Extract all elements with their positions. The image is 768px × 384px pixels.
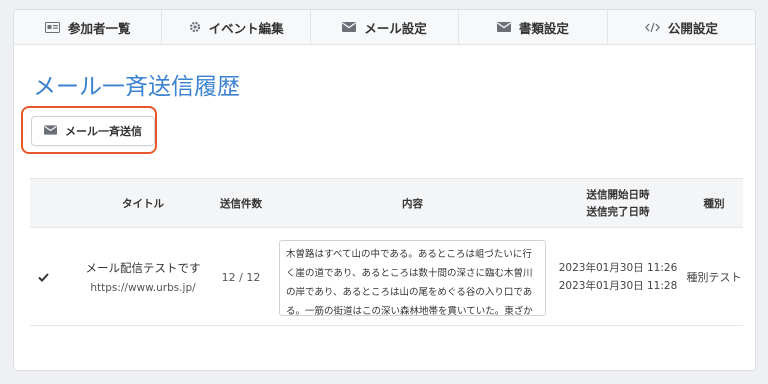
history-table: タイトル 送信件数 内容 送信開始日時 送信完了日時 種別 メール配信テストです… [30, 178, 743, 326]
gear-icon [189, 21, 201, 33]
row-count: 12 / 12 [221, 270, 261, 284]
code-icon [644, 22, 660, 33]
bulk-send-label: メール一斉送信 [65, 125, 142, 138]
row-title-cell: メール配信テストです https://www.urbs.jp/ [68, 228, 218, 326]
envelope-icon [496, 22, 511, 32]
header-count: 送信件数 [220, 197, 262, 210]
id-card-icon [44, 21, 60, 33]
header-dates: 送信開始日時 送信完了日時 [554, 179, 682, 229]
tab-participants[interactable]: 参加者一覧 [14, 10, 163, 44]
main-card: 参加者一覧 イベント編集 メール設定 書類設定 公開設定 メール一斉送信履歴 メ… [13, 9, 756, 371]
header-type: 種別 [703, 197, 725, 210]
envelope-icon [342, 22, 357, 32]
row-end: 2023年01月30日 11:28 [558, 279, 678, 292]
row-start: 2023年01月30日 11:26 [558, 261, 678, 274]
tab-label: イベント編集 [208, 20, 284, 36]
tab-event-edit[interactable]: イベント編集 [162, 10, 311, 44]
tab-mail-settings[interactable]: メール設定 [311, 10, 460, 44]
row-dates: 2023年01月30日 11:26 2023年01月30日 11:28 [554, 228, 682, 326]
header-end: 送信完了日時 [586, 206, 650, 218]
tab-label: 公開設定 [667, 20, 718, 36]
table-row[interactable]: メール配信テストです https://www.urbs.jp/ 12 / 12 … [30, 228, 743, 326]
tab-label: 書類設定 [518, 20, 569, 36]
check-icon [30, 228, 56, 326]
tab-label: メール設定 [364, 20, 427, 36]
envelope-icon [44, 124, 57, 138]
row-type: 種別テスト [686, 271, 742, 284]
header-start: 送信開始日時 [586, 189, 650, 201]
page-title: メール一斉送信履歴 [33, 74, 240, 100]
tab-document-settings[interactable]: 書類設定 [459, 10, 608, 44]
tab-bar: 参加者一覧 イベント編集 メール設定 書類設定 公開設定 [14, 10, 755, 45]
bulk-send-button[interactable]: メール一斉送信 [31, 116, 155, 146]
header-content: 内容 [402, 197, 423, 210]
tab-label: 参加者一覧 [67, 20, 131, 36]
table-header: タイトル 送信件数 内容 送信開始日時 送信完了日時 種別 [30, 178, 743, 228]
row-content[interactable]: 木曽路はすべて山の中である。あるところは岨づたいに行く崖の道であり、あるところは… [279, 240, 546, 316]
tab-publish-settings[interactable]: 公開設定 [608, 10, 755, 44]
row-title: メール配信テストです [85, 261, 201, 275]
header-title: タイトル [122, 197, 164, 210]
row-url: https://www.urbs.jp/ [90, 282, 196, 294]
